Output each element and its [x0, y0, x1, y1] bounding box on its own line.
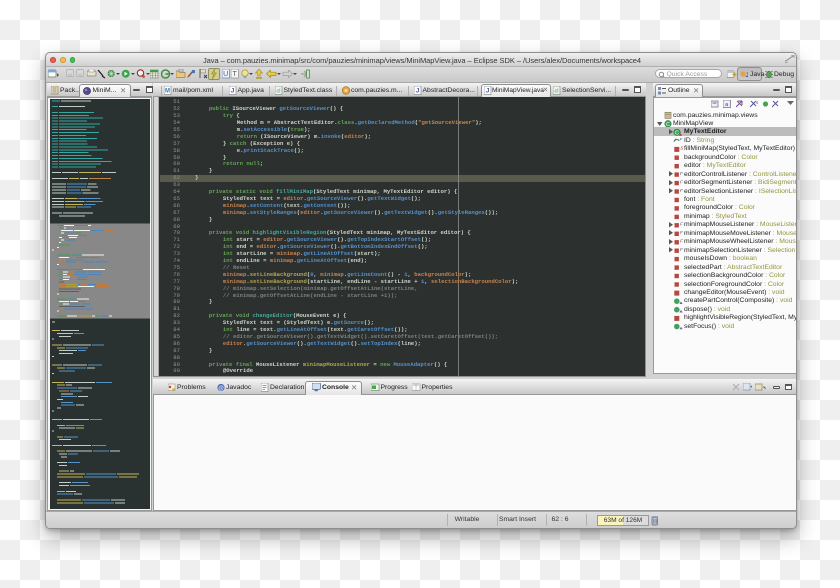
svg-text:F: F: [680, 239, 683, 244]
svg-text:F: F: [680, 137, 683, 142]
svg-text:@: @: [218, 385, 224, 391]
svg-text:S: S: [680, 145, 683, 150]
svg-text:J: J: [745, 72, 748, 78]
svg-text:F: F: [680, 188, 683, 193]
svg-text:F: F: [680, 222, 683, 227]
svg-text:F: F: [680, 179, 683, 184]
svg-text:F: F: [680, 247, 683, 252]
svg-text:F: F: [680, 230, 683, 235]
svg-text:F: F: [680, 171, 683, 176]
svg-text:C: C: [675, 131, 679, 137]
svg-text:s: s: [756, 100, 758, 105]
